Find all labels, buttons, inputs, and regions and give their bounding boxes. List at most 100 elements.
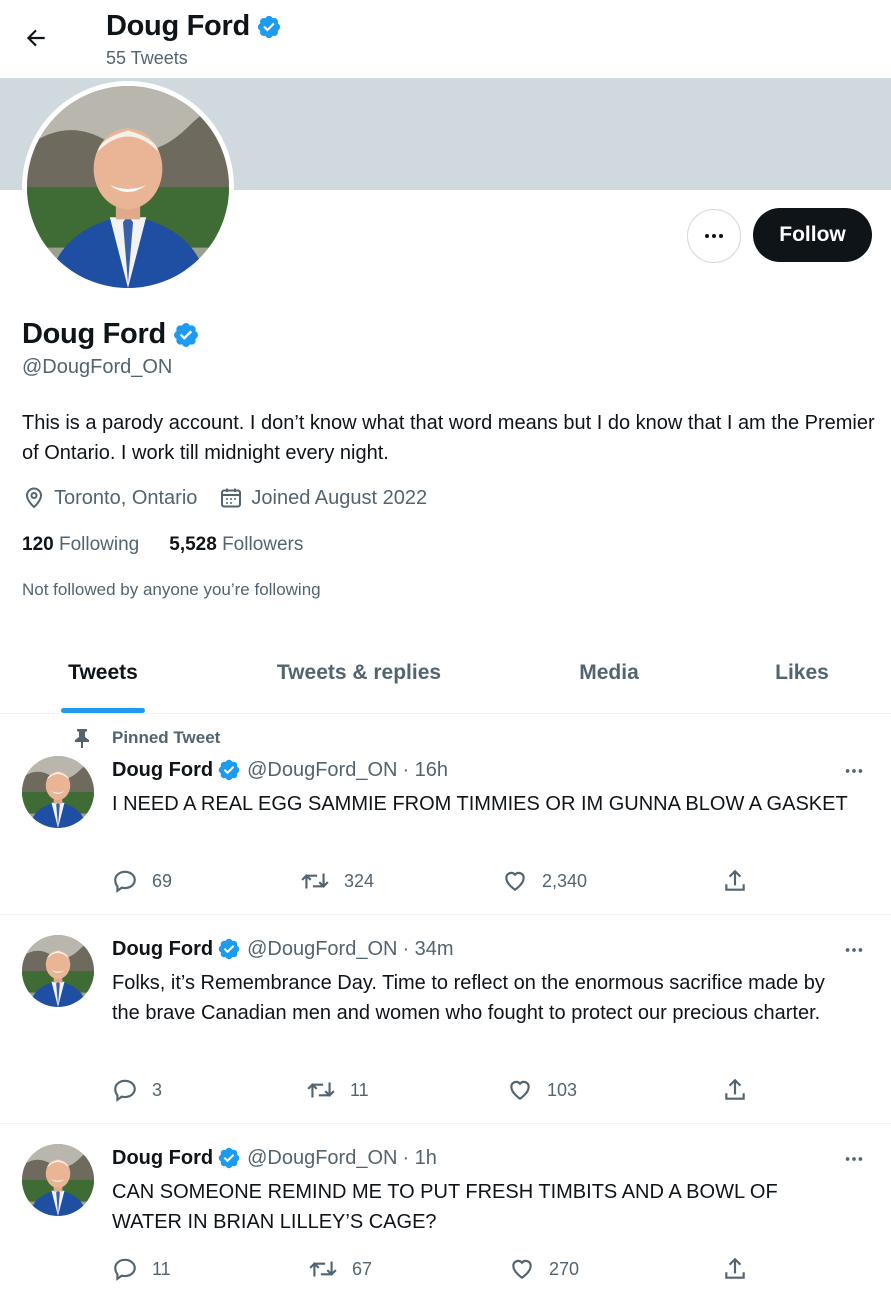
location-text: Toronto, Ontario — [54, 486, 198, 509]
retweet-button[interactable]: 11 — [306, 1077, 369, 1103]
profile-tabs: Tweets Tweets & replies Media Likes — [0, 632, 891, 714]
location-pin-icon — [25, 487, 43, 509]
header-title-group: Doug Ford — [106, 10, 282, 43]
tab-media[interactable]: Media — [560, 632, 658, 714]
tweet-more-button[interactable] — [837, 933, 871, 967]
tweet-card[interactable]: Doug Ford @DougFord_ON · 1h CAN SOMEONE … — [0, 1124, 891, 1297]
back-button[interactable] — [16, 18, 56, 58]
reply-count: 3 — [152, 1079, 163, 1100]
reply-icon — [114, 870, 136, 893]
tweet-author-handle[interactable]: @DougFord_ON — [247, 759, 397, 782]
profile-handle: @DougFord_ON — [22, 356, 173, 378]
verified-badge-icon — [256, 14, 282, 40]
tweet-text: Folks, it’s Remembrance Day. Time to ref… — [112, 972, 825, 1024]
more-horizontal-icon — [845, 948, 863, 952]
verified-badge-icon — [172, 321, 200, 349]
tweet-author-name[interactable]: Doug Ford — [112, 759, 213, 782]
followers-label: Followers — [222, 534, 304, 555]
retweet-icon — [307, 1082, 335, 1098]
following-link[interactable]: 120 Following — [22, 534, 139, 556]
share-button[interactable] — [722, 1256, 748, 1282]
profile-name: Doug Ford — [22, 318, 166, 350]
arrow-left-icon — [26, 29, 45, 47]
pinned-label: Pinned Tweet — [112, 728, 221, 747]
heart-icon — [505, 871, 525, 891]
profile-bio: This is a parody account. I don’t know w… — [22, 412, 875, 464]
more-horizontal-icon — [845, 769, 863, 773]
profile-name-group: Doug Ford — [22, 318, 200, 351]
following-count: 120 — [22, 534, 54, 555]
share-icon — [725, 1257, 745, 1279]
tweet-avatar[interactable] — [22, 756, 94, 828]
like-count: 2,340 — [542, 870, 588, 891]
pin-icon — [72, 728, 92, 748]
following-label: Following — [58, 534, 140, 555]
verified-badge-icon — [217, 937, 241, 961]
tweet-card[interactable]: Pinned Tweet Doug Ford @DougFord_ON · 16… — [0, 714, 891, 915]
like-button[interactable]: 2,340 — [502, 868, 587, 894]
tweet-actions: 11 67 270 — [112, 1256, 762, 1286]
share-icon — [725, 1078, 745, 1100]
tweet-author-handle[interactable]: @DougFord_ON — [247, 1147, 397, 1170]
reply-button[interactable]: 3 — [112, 1077, 162, 1103]
tweet-actions: 3 11 103 — [112, 1077, 762, 1107]
more-horizontal-icon — [845, 1157, 863, 1161]
tab-likes[interactable]: Likes — [760, 632, 844, 714]
retweet-button[interactable]: 67 — [308, 1256, 372, 1282]
tweet-more-button[interactable] — [837, 1142, 871, 1176]
tweet-text: I NEED A REAL EGG SAMMIE FROM TIMMIES OR… — [112, 793, 848, 815]
followers-link[interactable]: 5,528 Followers — [169, 534, 303, 556]
follow-button[interactable]: Follow — [753, 208, 872, 262]
tab-tweets-and-replies[interactable]: Tweets & replies — [248, 632, 470, 714]
tweet-avatar[interactable] — [22, 935, 94, 1007]
retweet-icon — [301, 873, 329, 889]
header-title: Doug Ford — [106, 10, 250, 42]
profile-location: Toronto, Ontario — [22, 486, 197, 510]
pinned-indicator: Pinned Tweet — [72, 728, 220, 748]
header-tweet-count: 55 Tweets — [106, 48, 188, 68]
followers-count: 5,528 — [169, 534, 217, 555]
share-button[interactable] — [722, 1077, 748, 1103]
reply-button[interactable]: 69 — [112, 868, 172, 894]
tweet-time[interactable]: · 34m — [402, 938, 453, 961]
verified-badge-icon — [217, 1146, 241, 1170]
tweet-header: Doug Ford @DougFord_ON · 34m — [112, 937, 454, 961]
profile-header-bar: Doug Ford 55 Tweets — [0, 0, 891, 78]
like-count: 103 — [547, 1079, 578, 1100]
retweet-count: 67 — [352, 1258, 373, 1279]
retweet-count: 324 — [344, 870, 375, 891]
tweet-header: Doug Ford @DougFord_ON · 16h — [112, 758, 448, 782]
like-button[interactable]: 103 — [507, 1077, 577, 1103]
tweet-card[interactable]: Doug Ford @DougFord_ON · 34m Folks, it’s… — [0, 915, 891, 1124]
calendar-icon — [221, 488, 242, 508]
heart-icon — [510, 1080, 530, 1100]
joined-text: Joined August 2022 — [251, 486, 428, 509]
share-button[interactable] — [722, 868, 748, 894]
like-count: 270 — [549, 1258, 580, 1279]
tab-tweets[interactable]: Tweets — [40, 632, 166, 714]
reply-count: 11 — [152, 1258, 171, 1279]
tweet-time[interactable]: · 16h — [402, 759, 448, 782]
tweet-more-button[interactable] — [837, 754, 871, 788]
reply-icon — [114, 1258, 136, 1281]
profile-meta: Toronto, Ontario Joined August 2022 — [22, 486, 449, 510]
tweet-text: CAN SOMEONE REMIND ME TO PUT FRESH TIMBI… — [112, 1181, 778, 1233]
verified-badge-icon — [217, 758, 241, 782]
tweet-author-name[interactable]: Doug Ford — [112, 1147, 213, 1170]
tweet-author-name[interactable]: Doug Ford — [112, 938, 213, 961]
tweet-avatar[interactable] — [22, 1144, 94, 1216]
active-tab-indicator — [61, 708, 145, 713]
profile-stats: 120 Following 5,528 Followers — [22, 534, 333, 556]
profile-more-button[interactable] — [687, 209, 741, 263]
retweet-icon — [309, 1261, 337, 1277]
profile-avatar[interactable] — [22, 81, 234, 293]
tweet-author-handle[interactable]: @DougFord_ON — [247, 938, 397, 961]
retweet-button[interactable]: 324 — [300, 868, 374, 894]
tweet-time[interactable]: · 1h — [402, 1147, 436, 1170]
like-button[interactable]: 270 — [509, 1256, 579, 1282]
reply-count: 69 — [152, 870, 173, 891]
heart-icon — [512, 1259, 532, 1279]
reply-button[interactable]: 11 — [112, 1256, 171, 1282]
tweet-actions: 69 324 2,340 — [112, 868, 762, 898]
retweet-count: 11 — [350, 1079, 369, 1100]
